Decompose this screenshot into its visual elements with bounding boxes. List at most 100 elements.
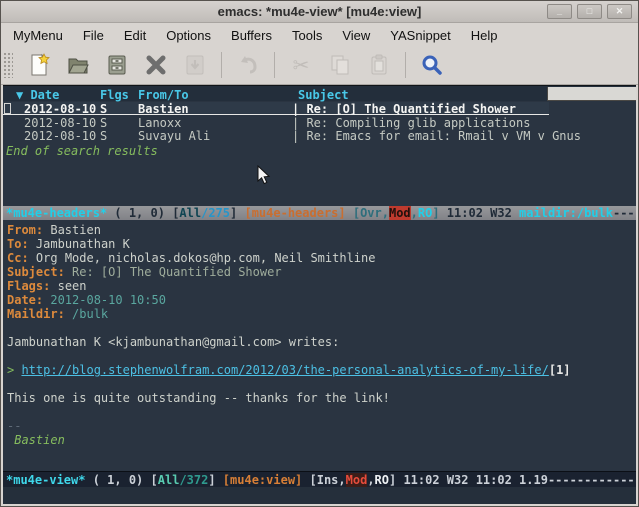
title-bar[interactable]: emacs: *mu4e-view* [mu4e:view] _ □ ✕: [1, 1, 638, 23]
end-of-results-message: End of search results: [6, 144, 158, 158]
headers-column-header: ▼ Date Flgs From/To Subject: [3, 85, 636, 101]
open-button[interactable]: [65, 52, 91, 78]
minor-flags: [Ovr,: [353, 206, 389, 220]
save-icon: [105, 53, 129, 77]
tool-bar: ✂: [1, 46, 638, 85]
close-icon: ✕: [616, 7, 624, 16]
menu-options[interactable]: Options: [156, 26, 221, 45]
comma: ,: [367, 473, 374, 487]
header-line-blank-region: [547, 87, 636, 101]
row-flags: S: [100, 129, 107, 143]
link-footnote: [1]: [549, 363, 571, 377]
maximize-button[interactable]: □: [577, 4, 602, 19]
search-button[interactable]: [419, 52, 445, 78]
blank-line: [7, 377, 636, 391]
attribution-line: Jambunathan K <kjambunathan@gmail.com> w…: [7, 335, 636, 349]
bracket: ]: [432, 206, 446, 220]
row-from: Lanoxx: [138, 116, 181, 130]
row-date: 2012-08-10: [24, 116, 96, 130]
paste-button[interactable]: [366, 52, 392, 78]
row-from: Suvayu Ali: [138, 129, 210, 143]
minimize-button[interactable]: _: [547, 4, 572, 19]
menu-help[interactable]: Help: [461, 26, 508, 45]
row-subject: | Re: [O] The Quantified Shower: [292, 102, 516, 116]
read-only-flag: RO: [375, 473, 389, 487]
close-buffer-button[interactable]: [143, 52, 169, 78]
modeline-dashes: ----------: [613, 206, 636, 220]
header-row-selected[interactable]: 2012-08-10 S Bastien | Re: [O] The Quant…: [3, 102, 549, 115]
row-flags: S: [100, 116, 107, 130]
header-row[interactable]: 2012-08-10 S Suvayu Ali | Re: Emacs for …: [3, 129, 636, 142]
column-from[interactable]: From/To: [138, 88, 189, 102]
row-date: 2012-08-10: [24, 102, 96, 116]
echo-area[interactable]: [3, 487, 636, 504]
field-value: Org Mode, nicholas.dokos@hp.com, Neil Sm…: [36, 251, 376, 265]
menu-view[interactable]: View: [332, 26, 380, 45]
window-controls: _ □ ✕: [547, 4, 632, 19]
field-date: Date: 2012-08-10 10:50: [7, 293, 636, 307]
buffer-name: *mu4e-headers*: [6, 206, 107, 220]
clock-and-window: 11:02 W32: [447, 206, 519, 220]
close-buffer-icon: [144, 53, 168, 77]
view-mode-line[interactable]: *mu4e-view* ( 1, 0) [All/372] [mu4e:view…: [3, 471, 636, 487]
cursor-position: ( 1, 0): [85, 473, 150, 487]
column-flags[interactable]: Flgs: [100, 88, 129, 102]
column-subject[interactable]: Subject: [298, 88, 349, 102]
bracket: [: [151, 473, 158, 487]
header-row[interactable]: 2012-08-10 S Lanoxx | Re: Compiling glib…: [3, 116, 636, 129]
message-view-pane: From: Bastien To: Jambunathan K Cc: Org …: [3, 220, 636, 471]
save-button[interactable]: [104, 52, 130, 78]
buffer-name: *mu4e-view*: [6, 473, 85, 487]
maildir-label: maildir:/bulk: [519, 206, 613, 220]
bracket: ]: [208, 473, 222, 487]
mouse-cursor: [257, 165, 271, 185]
blank-line: [7, 349, 636, 363]
column-date[interactable]: ▼ Date: [16, 88, 59, 102]
field-cc: Cc: Org Mode, nicholas.dokos@hp.com, Nei…: [7, 251, 636, 265]
field-from: From: Bastien: [7, 223, 636, 237]
undo-button[interactable]: [235, 52, 261, 78]
menu-tools[interactable]: Tools: [282, 26, 332, 45]
menu-bar: MyMenu File Edit Options Buffers Tools V…: [1, 24, 638, 46]
menu-file[interactable]: File: [73, 26, 114, 45]
save-as-button[interactable]: [182, 52, 208, 78]
cut-icon: ✂: [293, 53, 310, 77]
toolbar-separator: [221, 52, 222, 78]
menu-edit[interactable]: Edit: [114, 26, 156, 45]
bracket: ]: [230, 206, 244, 220]
field-label: To:: [7, 237, 29, 251]
toolbar-grip[interactable]: [3, 52, 13, 78]
copy-button[interactable]: [327, 52, 353, 78]
body-line: This one is quite outstanding -- thanks …: [7, 391, 636, 405]
field-flags: Flags: seen: [7, 279, 636, 293]
inactive-cursor: [4, 103, 11, 114]
field-value: Re: [O] The Quantified Shower: [72, 265, 282, 279]
toolbar-separator: [274, 52, 275, 78]
filter-label: All: [158, 473, 180, 487]
cursor-position: ( 1, 0): [107, 206, 172, 220]
minor-flags: [Ins,: [310, 473, 346, 487]
copy-icon: [328, 53, 352, 77]
signature: Bastien: [7, 433, 636, 447]
major-mode: [mu4e:view]: [223, 473, 310, 487]
close-button[interactable]: ✕: [607, 4, 632, 19]
cut-button[interactable]: ✂: [288, 52, 314, 78]
row-flags: S: [100, 102, 107, 116]
bracket: ]: [389, 473, 403, 487]
modified-flag: Mod: [389, 206, 411, 220]
new-file-icon: [27, 53, 51, 77]
blank-line: [7, 321, 636, 335]
menu-yasnippet[interactable]: YASnippet: [380, 26, 460, 45]
new-file-button[interactable]: [26, 52, 52, 78]
field-label: Flags:: [7, 279, 50, 293]
field-label: Maildir:: [7, 307, 65, 321]
row-subject: | Re: Emacs for email: Rmail v VM v Gnus: [292, 129, 581, 143]
hyperlink[interactable]: http://blog.stephenwolfram.com/2012/03/t…: [21, 363, 548, 377]
modified-flag: Mod: [346, 473, 368, 487]
menu-mymenu[interactable]: MyMenu: [3, 26, 73, 45]
field-value: Jambunathan K: [36, 237, 130, 251]
field-label: Subject:: [7, 265, 65, 279]
headers-mode-line[interactable]: *mu4e-headers* ( 1, 0) [All/275] [mu4e-h…: [3, 206, 636, 220]
field-maildir: Maildir: /bulk: [7, 307, 636, 321]
menu-buffers[interactable]: Buffers: [221, 26, 282, 45]
